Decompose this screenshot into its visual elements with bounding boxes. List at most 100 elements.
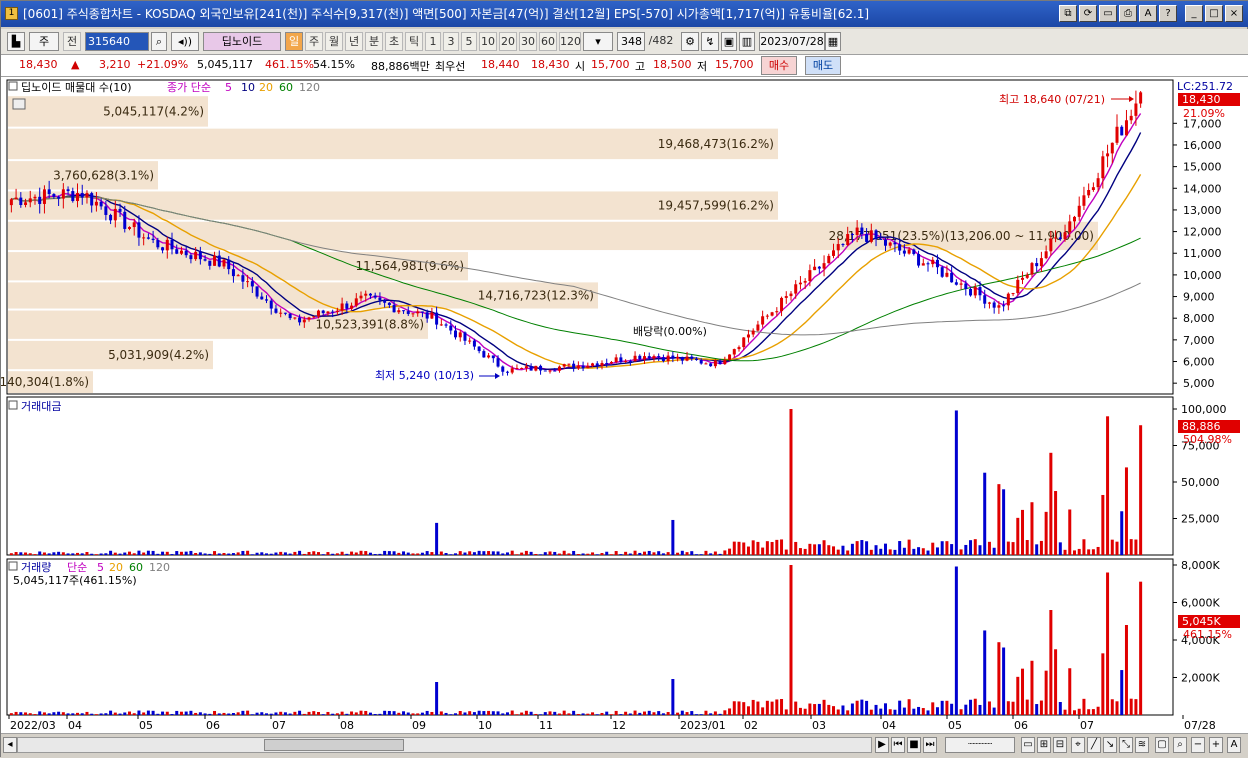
- volume-bar: [822, 699, 826, 715]
- rewind-icon[interactable]: ⏮: [891, 737, 905, 753]
- candle-body: [1049, 238, 1053, 252]
- refresh-icon[interactable]: ⟳: [1079, 5, 1097, 22]
- unit-minute[interactable]: 분: [365, 32, 383, 51]
- candle-body: [548, 370, 552, 372]
- zoom-fit-icon[interactable]: ▭: [1021, 737, 1035, 753]
- calendar-icon[interactable]: ▦: [825, 32, 841, 51]
- print-icon[interactable]: ⎙: [1119, 5, 1137, 22]
- speaker-icon[interactable]: ◂)): [171, 32, 199, 51]
- candle-body: [354, 298, 358, 306]
- interval-120[interactable]: 120: [559, 32, 581, 51]
- zoom-out-button[interactable]: −: [1191, 737, 1205, 753]
- candle-body: [1134, 103, 1138, 116]
- candle-body: [19, 197, 23, 205]
- amount-bar: [416, 553, 420, 555]
- cursor-icon[interactable]: ⌖: [1071, 737, 1085, 753]
- interval-30[interactable]: 30: [519, 32, 537, 51]
- volume-bar: [236, 712, 240, 715]
- candle-body: [435, 312, 439, 325]
- candle-icon[interactable]: ▥: [739, 32, 755, 51]
- chart-type-icon[interactable]: ▙: [7, 32, 25, 51]
- horizontal-scrollbar[interactable]: [17, 737, 872, 753]
- volume-bar: [987, 701, 991, 715]
- date-input[interactable]: 2023/07/28: [759, 32, 825, 51]
- candle-body: [198, 251, 202, 260]
- unit-second[interactable]: 초: [385, 32, 403, 51]
- volume-bar: [269, 713, 273, 715]
- amount-bar: [978, 545, 982, 555]
- layout-icon[interactable]: ⊟: [1053, 737, 1067, 753]
- best-label: 최우선: [435, 60, 466, 73]
- ray-tool-icon[interactable]: ⤡: [1119, 737, 1133, 753]
- shape-tool-icon[interactable]: ▢: [1155, 737, 1169, 753]
- font-icon[interactable]: A: [1139, 5, 1157, 22]
- arrow-tool-icon[interactable]: ↘: [1103, 737, 1117, 753]
- candle-body: [321, 310, 325, 314]
- maximize-button[interactable]: □: [1205, 5, 1223, 22]
- interval-60[interactable]: 60: [539, 32, 557, 51]
- candle-body: [335, 310, 339, 312]
- close-button[interactable]: ×: [1225, 5, 1243, 22]
- unit-day[interactable]: 일: [285, 32, 303, 51]
- amount-tick-label: 50,000: [1181, 476, 1220, 489]
- volume-profile-label: 28,177,051(23.5%)(13,206.00 ~ 11,900.00): [829, 229, 1094, 243]
- candle-body: [614, 357, 618, 363]
- line-tool-icon[interactable]: ╱: [1087, 737, 1101, 753]
- unit-tick[interactable]: 틱: [405, 32, 423, 51]
- unit-month[interactable]: 월: [325, 32, 343, 51]
- interval-input[interactable]: ▾: [583, 32, 613, 51]
- volume-bar: [1049, 610, 1053, 715]
- play-icon[interactable]: ▶: [875, 737, 889, 753]
- amount-bar: [354, 552, 358, 555]
- interval-20[interactable]: 20: [499, 32, 517, 51]
- candle-body: [931, 259, 935, 265]
- amount-bar: [312, 551, 316, 555]
- scroll-thumb[interactable]: [264, 739, 404, 751]
- speed-slider[interactable]: ┈┈┈┈: [945, 737, 1015, 753]
- code-input[interactable]: 315640: [85, 32, 149, 51]
- candle-body: [765, 315, 769, 317]
- fib-tool-icon[interactable]: ≋: [1135, 737, 1149, 753]
- grid-icon[interactable]: [12, 98, 26, 110]
- stock-name-button[interactable]: 딥노이드: [203, 32, 281, 51]
- interval-1[interactable]: 1: [425, 32, 441, 51]
- volume-bar: [279, 711, 283, 715]
- scroll-left-button[interactable]: ◂: [3, 737, 17, 753]
- zoom-in-button[interactable]: +: [1209, 737, 1223, 753]
- low-label: 저: [697, 60, 708, 73]
- unit-week[interactable]: 주: [305, 32, 323, 51]
- candle-body: [71, 191, 75, 202]
- minimize-button[interactable]: _: [1185, 5, 1203, 22]
- text-tool-icon[interactable]: A: [1227, 737, 1241, 753]
- interval-5[interactable]: 5: [461, 32, 477, 51]
- indicator-icon[interactable]: ↯: [701, 32, 719, 51]
- candle-body: [127, 227, 131, 229]
- stop-icon[interactable]: ■: [907, 737, 921, 753]
- buy-button[interactable]: 매수: [761, 56, 797, 75]
- interval-3[interactable]: 3: [443, 32, 459, 51]
- split-icon[interactable]: ⊞: [1037, 737, 1051, 753]
- zoom-icon[interactable]: ⌕: [1173, 737, 1187, 753]
- candle-body: [137, 222, 141, 238]
- settings-icon[interactable]: ⚙: [681, 32, 699, 51]
- volume-bar: [699, 714, 703, 715]
- prev-button[interactable]: 전: [63, 32, 81, 51]
- chart-area[interactable]: 5,045,117(4.2%) 19,468,473(16.2%) 3,760,62…: [0, 77, 1248, 733]
- interval-10[interactable]: 10: [479, 32, 497, 51]
- save-icon[interactable]: ▣: [721, 32, 737, 51]
- link-icon[interactable]: ⧉: [1059, 5, 1077, 22]
- candle-body: [420, 311, 424, 313]
- count-input[interactable]: 348: [617, 32, 645, 51]
- volume-bar: [883, 703, 887, 715]
- candle-body: [189, 255, 193, 260]
- candle-body: [298, 317, 302, 323]
- fast-forward-icon[interactable]: ⏭: [923, 737, 937, 753]
- search-icon[interactable]: ⌕: [151, 32, 167, 51]
- bid-value: 18,430: [531, 58, 570, 71]
- window-icon[interactable]: ▭: [1099, 5, 1117, 22]
- unit-year[interactable]: 년: [345, 32, 363, 51]
- amount-bar: [827, 545, 831, 555]
- period-select[interactable]: 주: [29, 32, 59, 51]
- sell-button[interactable]: 매도: [805, 56, 841, 75]
- help-icon[interactable]: ?: [1159, 5, 1177, 22]
